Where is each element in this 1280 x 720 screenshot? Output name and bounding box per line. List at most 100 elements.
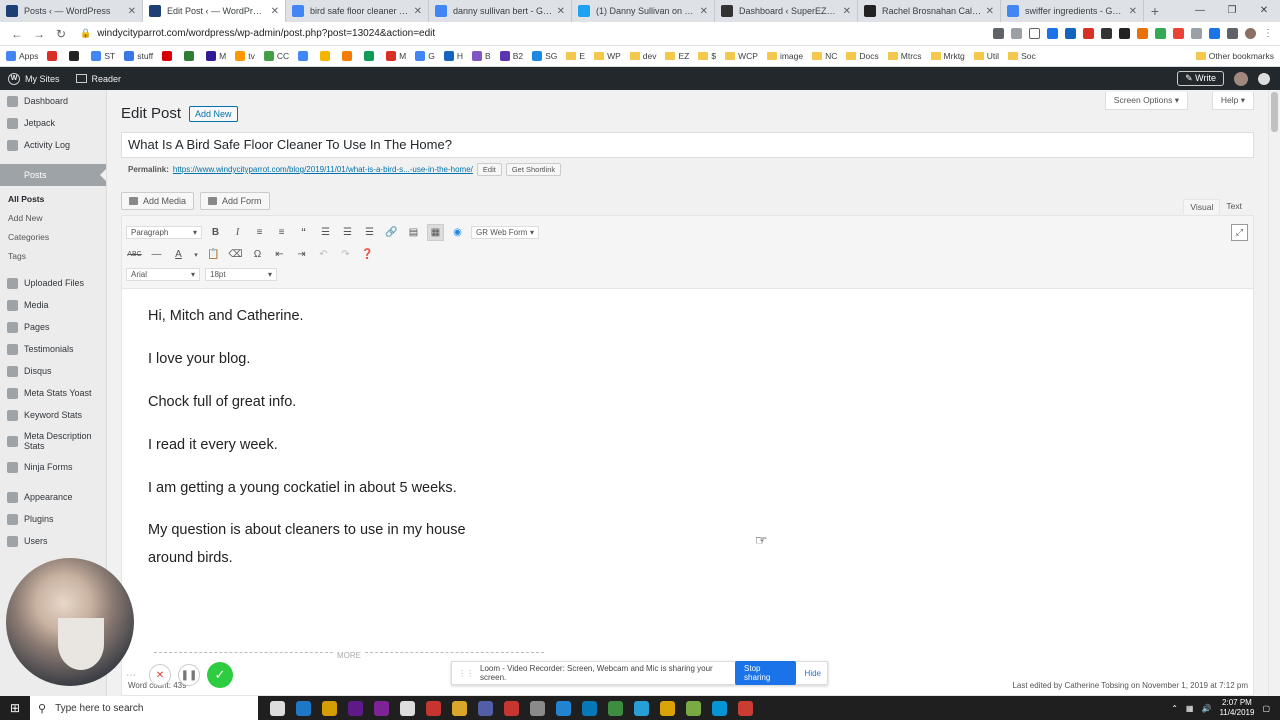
permalink-edit-button[interactable]: Edit	[476, 163, 502, 176]
taskbar-app-icon[interactable]	[738, 700, 753, 716]
tab-text[interactable]: Text	[1220, 199, 1248, 214]
bookmark-item[interactable]: stuff	[124, 51, 153, 61]
sidebar-item-dashboard[interactable]: Dashboard	[0, 90, 106, 112]
user-avatar-icon[interactable]	[1234, 71, 1248, 86]
restore-icon[interactable]: ❐	[1216, 0, 1248, 22]
editor-content[interactable]: Hi, Mitch and Catherine. I love your blo…	[122, 289, 1253, 615]
extension-icon[interactable]	[1065, 28, 1076, 39]
submenu-item-all-posts[interactable]: All Posts	[0, 190, 106, 209]
sidebar-item-disqus[interactable]: Disqus	[0, 360, 106, 382]
close-tab-icon[interactable]: ✕	[986, 6, 994, 17]
fullscreen-icon[interactable]: ⤢	[1231, 224, 1248, 241]
bookmark-item[interactable]	[320, 51, 333, 61]
taskbar-app-icon[interactable]	[348, 700, 363, 716]
sidebar-item-plugins[interactable]: Plugins	[0, 508, 106, 530]
taskbar-app-icon[interactable]	[504, 700, 519, 716]
browser-tab[interactable]: Edit Post ‹ — WordPress ✕	[143, 0, 286, 22]
toolbar-toggle-icon[interactable]: ▦	[427, 224, 444, 241]
submenu-item-add-new[interactable]: Add New	[0, 209, 106, 228]
bookmark-folder[interactable]: image	[766, 51, 803, 61]
taskbar-app-icon[interactable]	[634, 700, 649, 716]
sidebar-item-activity-log[interactable]: Activity Log	[0, 134, 106, 156]
bookmark-folder[interactable]: E	[566, 51, 585, 61]
gr-icon[interactable]: ◉	[449, 224, 466, 241]
taskbar-app-icon[interactable]	[426, 700, 441, 716]
outdent-icon[interactable]: ⇤	[271, 246, 288, 263]
bookmark-item[interactable]: M	[386, 51, 406, 61]
profile-avatar-icon[interactable]	[1245, 28, 1256, 39]
submenu-item-tags[interactable]: Tags	[0, 247, 106, 266]
bookmark-item[interactable]: SG	[532, 51, 557, 61]
hide-button[interactable]: Hide	[805, 669, 821, 678]
extension-link-icon[interactable]	[1047, 28, 1058, 39]
keyboard-shortcuts-icon[interactable]: ❓	[359, 246, 376, 263]
taskbar-app-icon[interactable]	[530, 700, 545, 716]
finish-recording-icon[interactable]: ✓	[207, 662, 233, 688]
sidebar-item-media[interactable]: Media	[0, 294, 106, 316]
sidebar-item-jetpack[interactable]: Jetpack	[0, 112, 106, 134]
taskbar-app-icon[interactable]	[452, 700, 467, 716]
taskbar-app-icon[interactable]	[712, 700, 727, 716]
bookmark-item[interactable]	[364, 51, 377, 61]
bookmark-item[interactable]: B2	[499, 51, 523, 61]
extension-icon[interactable]	[1083, 28, 1094, 39]
extension-icon[interactable]	[1101, 28, 1112, 39]
paste-text-icon[interactable]: 📋	[205, 246, 222, 263]
extension-icon[interactable]	[1137, 28, 1148, 39]
chrome-menu-icon[interactable]: ⋮	[1263, 28, 1274, 39]
extension-icon[interactable]	[1173, 28, 1184, 39]
bookmark-item[interactable]	[298, 51, 311, 61]
my-sites-menu[interactable]: W My Sites	[0, 67, 68, 90]
browser-tab[interactable]: Dashboard ‹ SuperEZSystem ✕	[715, 0, 858, 22]
bookmark-folder[interactable]: WP	[594, 51, 621, 61]
add-form-button[interactable]: Add Form	[200, 192, 270, 210]
permalink-link[interactable]: https://www.windycityparrot.com/blog/201…	[173, 165, 473, 174]
drag-handle-icon[interactable]: ⋮⋮	[458, 669, 474, 678]
bookmark-item[interactable]	[69, 51, 82, 61]
taskbar-app-icon[interactable]	[608, 700, 623, 716]
close-tab-icon[interactable]: ✕	[128, 6, 136, 17]
align-left-icon[interactable]: ☰	[317, 224, 334, 241]
bookmark-folder[interactable]: Mtrcs	[887, 51, 922, 61]
taskbar-app-icon[interactable]	[296, 700, 311, 716]
forward-icon[interactable]: →	[28, 27, 50, 41]
taskbar-app-icon[interactable]	[478, 700, 493, 716]
sidebar-item-uploaded-files[interactable]: Uploaded Files	[0, 272, 106, 294]
tray-chevron-icon[interactable]: ⌃	[1171, 704, 1178, 713]
bookmark-item[interactable]: H	[443, 51, 463, 61]
strikethrough-icon[interactable]: ABC	[126, 246, 143, 263]
close-tab-icon[interactable]: ✕	[843, 6, 851, 17]
taskbar-app-icon[interactable]	[660, 700, 675, 716]
bookmark-folder[interactable]: Mrktg	[930, 51, 965, 61]
redo-icon[interactable]: ↷	[337, 246, 354, 263]
taskbar-app-icon[interactable]	[322, 700, 337, 716]
undo-icon[interactable]: ↶	[315, 246, 332, 263]
star-icon[interactable]	[1029, 28, 1040, 39]
read-more-icon[interactable]: ▤	[405, 224, 422, 241]
network-icon[interactable]: ▦	[1186, 704, 1194, 713]
extension-icon[interactable]	[1119, 28, 1130, 39]
bookmark-folder[interactable]: Soc	[1008, 51, 1036, 61]
reader-menu[interactable]: Reader	[68, 67, 130, 90]
bookmark-folder[interactable]: dev	[629, 51, 656, 61]
bookmark-item[interactable]: G	[415, 51, 435, 61]
stop-sharing-button[interactable]: Stop sharing	[735, 661, 796, 685]
clear-formatting-icon[interactable]: ⌫	[227, 246, 244, 263]
close-tab-icon[interactable]: ✕	[414, 6, 422, 17]
add-media-button[interactable]: Add Media	[121, 192, 195, 210]
gr-web-form-select[interactable]: GR Web Form ▾	[471, 226, 539, 239]
bookmark-item[interactable]: M	[206, 51, 226, 61]
sidebar-item-keyword-stats[interactable]: Keyword Stats	[0, 404, 106, 426]
bookmark-folder[interactable]: Util	[973, 51, 999, 61]
pause-icon[interactable]: ❚❚	[178, 664, 200, 686]
windows-start-icon[interactable]: ⊞	[0, 701, 30, 715]
close-tab-icon[interactable]: ✕	[1129, 6, 1137, 17]
close-tab-icon[interactable]: ✕	[557, 6, 565, 17]
get-shortlink-button[interactable]: Get Shortlink	[505, 163, 562, 176]
taskbar-app-icon[interactable]	[582, 700, 597, 716]
font-family-select[interactable]: Arial ▾	[126, 268, 200, 281]
webcam-bubble[interactable]	[6, 558, 134, 686]
reload-icon[interactable]: ↻	[50, 27, 72, 41]
notifications-bell-icon[interactable]	[1258, 72, 1270, 85]
extension-icon[interactable]	[1155, 28, 1166, 39]
